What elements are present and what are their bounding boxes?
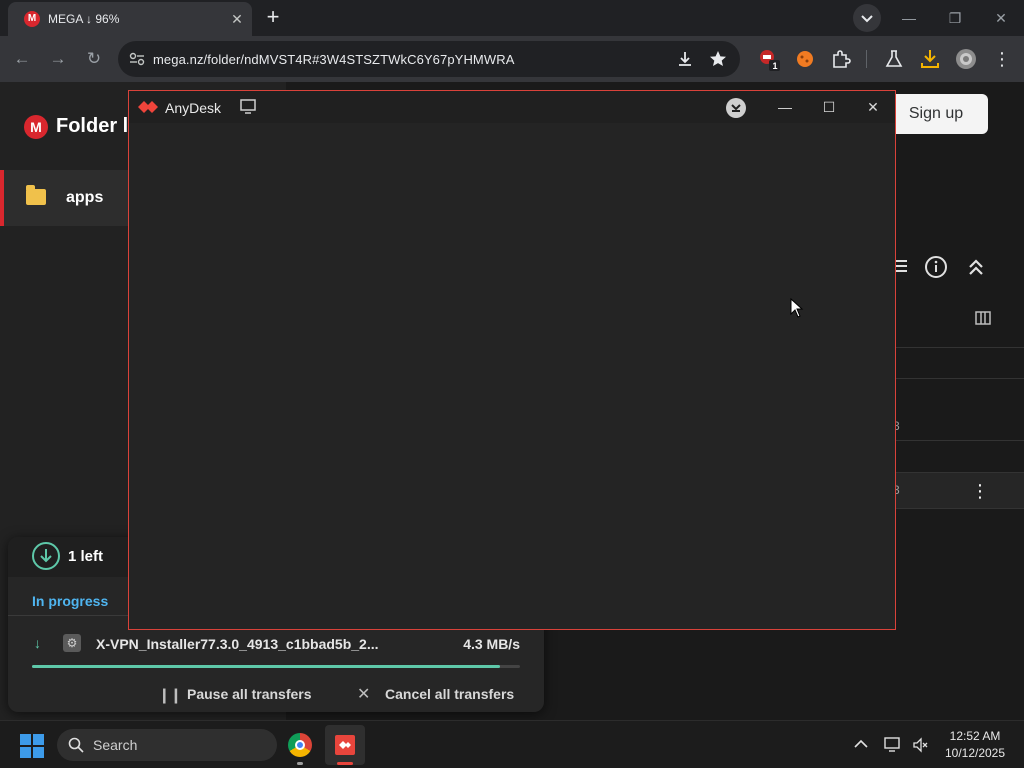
extensions-puzzle-icon[interactable] <box>829 47 853 71</box>
site-info-icon[interactable] <box>129 52 145 66</box>
table-divider <box>895 378 1024 379</box>
pause-icon: ❙❙ <box>158 687 182 704</box>
forward-button[interactable]: → <box>44 45 72 73</box>
extension-badge-count: 1 <box>773 61 778 71</box>
anydesk-taskbar-button[interactable] <box>325 725 365 765</box>
anydesk-title-bar[interactable]: AnyDesk — ☐ ✕ <box>129 91 895 123</box>
labs-flask-icon[interactable] <box>882 47 906 71</box>
row-more-options-icon[interactable]: ⋮ <box>968 481 992 501</box>
folder-icon <box>26 185 46 205</box>
window-close-button[interactable]: ✕ <box>987 4 1015 32</box>
taskbar-search-label: Search <box>93 737 138 753</box>
extension-badge-icon[interactable]: 1 <box>757 47 781 71</box>
table-row[interactable] <box>895 473 1024 508</box>
anydesk-minimize-button[interactable]: — <box>773 97 797 117</box>
download-progress-icon <box>32 542 60 570</box>
transfer-file-name: X-VPN_Installer77.3.0_4913_c1bbad5b_2... <box>96 636 379 652</box>
cookie-extension-icon[interactable] <box>793 47 817 71</box>
tray-chevron-up-icon[interactable] <box>852 735 870 753</box>
toolbar-divider <box>866 50 867 68</box>
active-indicator <box>337 762 353 765</box>
transfer-progress-bar <box>32 665 520 668</box>
window-restore-button[interactable]: ❐ <box>941 4 969 32</box>
address-bar[interactable]: mega.nz/folder/ndMVST4R#3W4STSZTWkC6Y67p… <box>118 41 740 77</box>
mega-logo-icon[interactable]: M <box>24 115 48 139</box>
tab-search-button[interactable] <box>853 4 881 32</box>
taskbar-clock-date[interactable]: 10/12/2025 <box>940 746 1010 760</box>
chrome-taskbar-icon[interactable] <box>288 733 312 757</box>
transfer-progress-fill <box>32 665 501 668</box>
tab-close-icon[interactable]: ✕ <box>228 10 246 28</box>
network-icon[interactable] <box>884 736 902 754</box>
anydesk-window[interactable]: AnyDesk — ☐ ✕ <box>128 90 896 630</box>
browser-toolbar: ← → ↻ mega.nz/folder/ndMVST4R#3W4STSZTWk… <box>0 36 1024 82</box>
reload-button[interactable]: ↻ <box>80 45 108 73</box>
file-type-gear-icon: ⚙ <box>63 634 81 652</box>
profile-avatar-icon[interactable] <box>954 47 978 71</box>
bookmark-star-icon[interactable] <box>708 49 728 69</box>
monitor-icon[interactable] <box>240 99 258 115</box>
table-divider <box>895 347 1024 348</box>
table-divider <box>895 508 1024 509</box>
anydesk-menu-icon[interactable] <box>726 98 746 118</box>
anydesk-maximize-button[interactable]: ☐ <box>817 97 841 117</box>
browser-menu-kebab-icon[interactable]: ⋮ <box>988 45 1016 73</box>
taskbar-clock-time[interactable]: 12:52 AM <box>940 729 1010 743</box>
tab-title: MEGA ↓ 96% <box>48 12 120 26</box>
search-icon <box>68 737 84 753</box>
mega-favicon-icon: M <box>24 11 40 27</box>
collapse-chevrons-icon[interactable] <box>966 257 986 277</box>
sign-up-button[interactable]: Sign up <box>884 94 988 134</box>
chevron-down-icon <box>861 15 873 23</box>
download-arrow-icon: ↓ <box>34 635 41 651</box>
mega-folder-heading: Folder l <box>56 115 129 137</box>
running-indicator <box>297 762 303 765</box>
mouse-cursor-icon <box>790 298 804 318</box>
url-text: mega.nz/folder/ndMVST4R#3W4STSZTWkC6Y67p… <box>153 52 515 67</box>
browser-tab-strip: M MEGA ↓ 96% ✕ + — ❐ ✕ <box>0 0 1024 36</box>
in-progress-label: In progress <box>32 593 109 609</box>
window-minimize-button[interactable]: — <box>895 4 923 32</box>
downloads-icon[interactable] <box>918 47 942 71</box>
columns-icon[interactable] <box>975 310 991 326</box>
taskbar-search-box[interactable]: Search <box>57 729 277 761</box>
browser-tab[interactable]: M MEGA ↓ 96% ✕ <box>8 2 252 36</box>
info-icon[interactable] <box>924 255 948 279</box>
anydesk-app-icon <box>335 735 355 755</box>
anydesk-title: AnyDesk <box>165 100 222 116</box>
transfers-left-count: 1 left <box>68 548 104 565</box>
table-divider <box>895 440 1024 441</box>
pause-all-label: Pause all transfers <box>187 686 312 702</box>
back-button[interactable]: ← <box>8 45 36 73</box>
anydesk-logo-icon <box>138 101 158 113</box>
windows-start-icon[interactable] <box>20 734 44 758</box>
volume-muted-icon[interactable] <box>912 736 930 754</box>
close-icon: ✕ <box>357 686 371 703</box>
install-app-icon[interactable] <box>676 50 694 68</box>
cancel-all-label: Cancel all transfers <box>385 686 515 702</box>
windows-taskbar: Search 12:52 AM 10/12/2025 <box>0 720 1024 768</box>
anydesk-close-button[interactable]: ✕ <box>861 97 885 117</box>
new-tab-button[interactable]: + <box>262 6 284 28</box>
transfer-speed: 4.3 MB/s <box>463 636 520 652</box>
sidebar-item-label: apps <box>66 189 104 206</box>
